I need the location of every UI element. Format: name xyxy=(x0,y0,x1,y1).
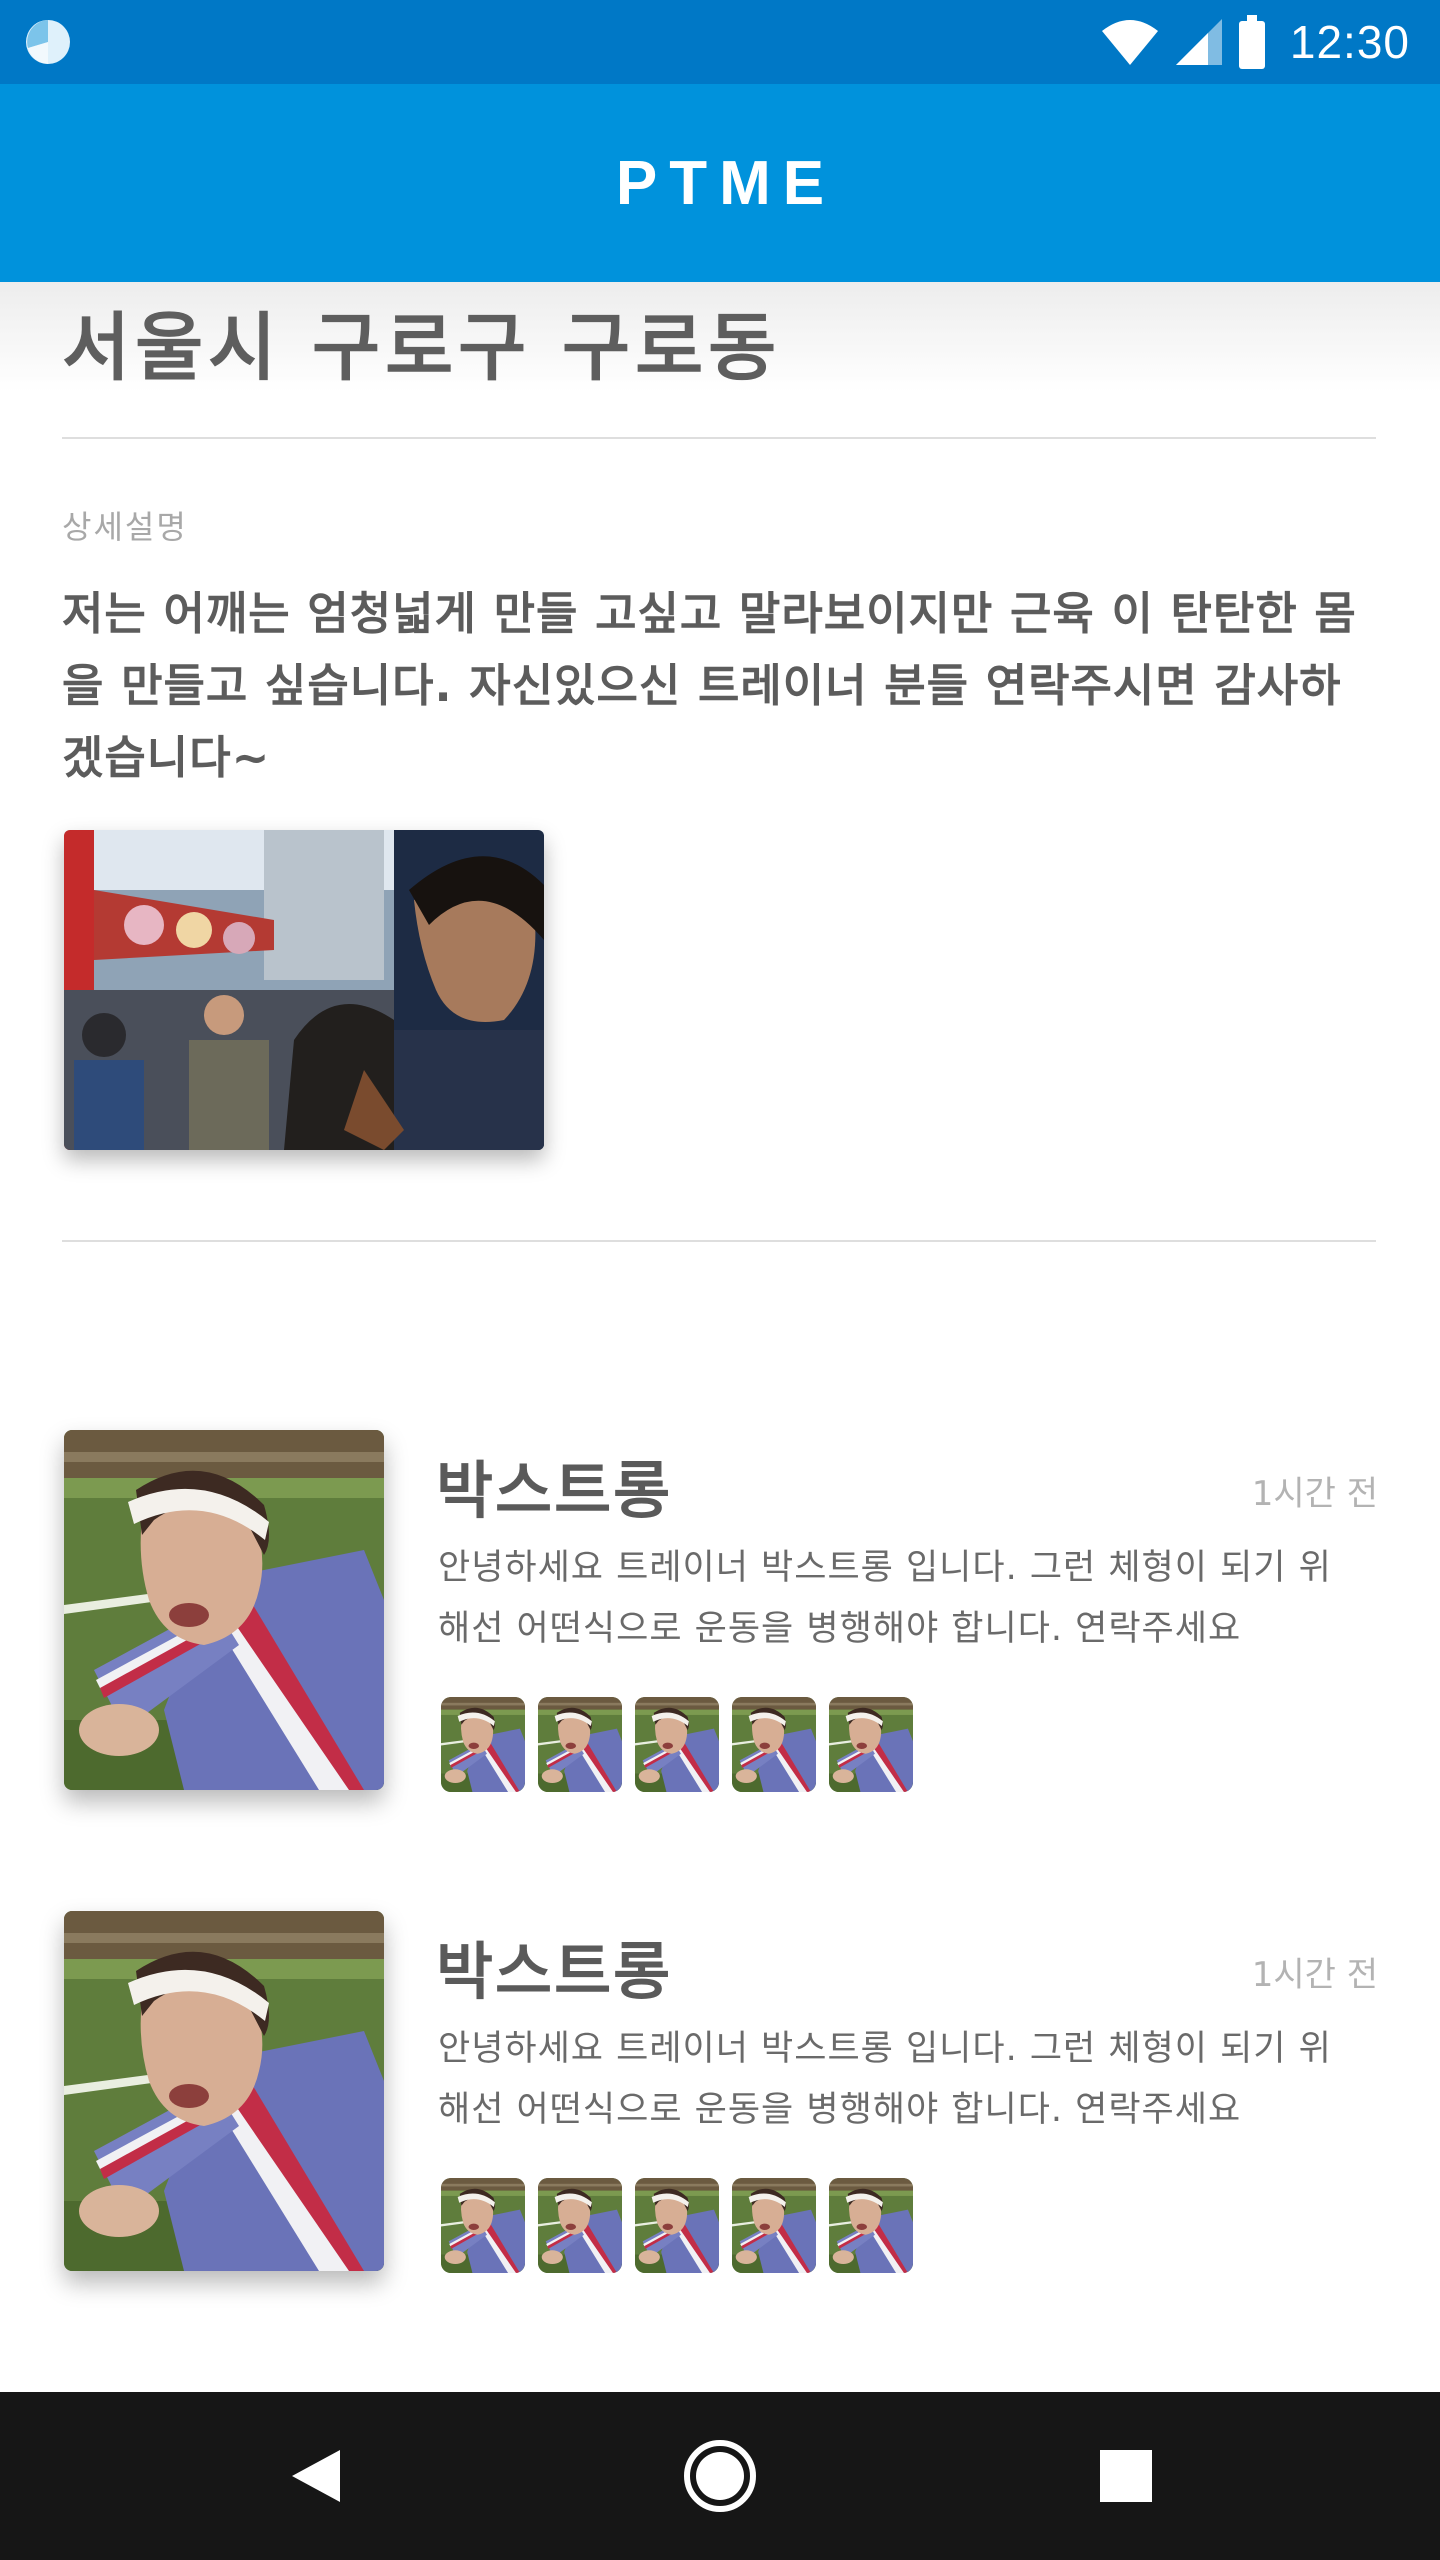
description-text: 저는 어깨는 엄청넓게 만들 고싶고 말라보이지만 근육 이 탄탄한 몸을 만들… xyxy=(62,587,1357,784)
trainer-message: 안녕하세요 트레이너 박스트롱 입니다. 그런 체형이 되기 위해선 어떤식으로… xyxy=(438,2029,1332,2130)
trainer-name: 박스트롱 xyxy=(436,1454,673,1527)
trainer-card[interactable]: 박스트롱 1시간 전 안녕하세요 트레이너 박스트롱 입니다. 그런 체형이 되… xyxy=(0,1911,1440,2291)
app-title: PTME xyxy=(615,148,837,218)
battery-icon xyxy=(1238,15,1265,69)
thumbnail[interactable] xyxy=(635,2178,719,2273)
thumbnail[interactable] xyxy=(732,2178,816,2273)
location-title: 서울시 구로구 구로동 xyxy=(62,305,782,391)
wifi-icon xyxy=(1101,20,1158,65)
thumbnail[interactable] xyxy=(829,2178,913,2273)
thumbnail[interactable] xyxy=(538,2178,622,2273)
status-time: 12:30 xyxy=(1289,16,1410,68)
navigation-bar xyxy=(0,2392,1440,2560)
trainer-thumbnails xyxy=(441,2178,926,2273)
trainer-card[interactable]: 박스트롱 1시간 전 안녕하세요 트레이너 박스트롱 입니다. 그런 체형이 되… xyxy=(0,1430,1440,1810)
post-photo[interactable] xyxy=(64,830,544,1150)
section-label: 상세설명 xyxy=(62,508,188,546)
thumbnail[interactable] xyxy=(732,1697,816,1792)
divider xyxy=(62,1240,1376,1242)
trainer-time: 1시간 전 xyxy=(1251,1955,1378,1995)
trainer-thumbnails xyxy=(441,1697,926,1792)
trainer-message: 안녕하세요 트레이너 박스트롱 입니다. 그런 체형이 되기 위해선 어떤식으로… xyxy=(438,1548,1332,1649)
trainer-time: 1시간 전 xyxy=(1251,1474,1378,1514)
thumbnail[interactable] xyxy=(635,1697,719,1792)
recents-icon[interactable] xyxy=(1086,2436,1166,2516)
thumbnail[interactable] xyxy=(441,1697,525,1792)
thumbnail[interactable] xyxy=(538,1697,622,1792)
back-icon[interactable] xyxy=(278,2436,358,2516)
divider xyxy=(62,437,1376,439)
home-icon[interactable] xyxy=(680,2436,760,2516)
status-icons: 12:30 xyxy=(1086,0,1410,84)
thumbnail[interactable] xyxy=(441,2178,525,2273)
thumbnail[interactable] xyxy=(829,1697,913,1792)
trainer-avatar[interactable] xyxy=(64,1430,384,1790)
status-bar: 12:30 xyxy=(0,0,1440,84)
signal-icon xyxy=(1175,19,1222,65)
trainer-name: 박스트롱 xyxy=(436,1935,673,2008)
app-bar: PTME xyxy=(0,84,1440,282)
trainer-avatar[interactable] xyxy=(64,1911,384,2271)
app-logo-icon xyxy=(26,20,70,64)
